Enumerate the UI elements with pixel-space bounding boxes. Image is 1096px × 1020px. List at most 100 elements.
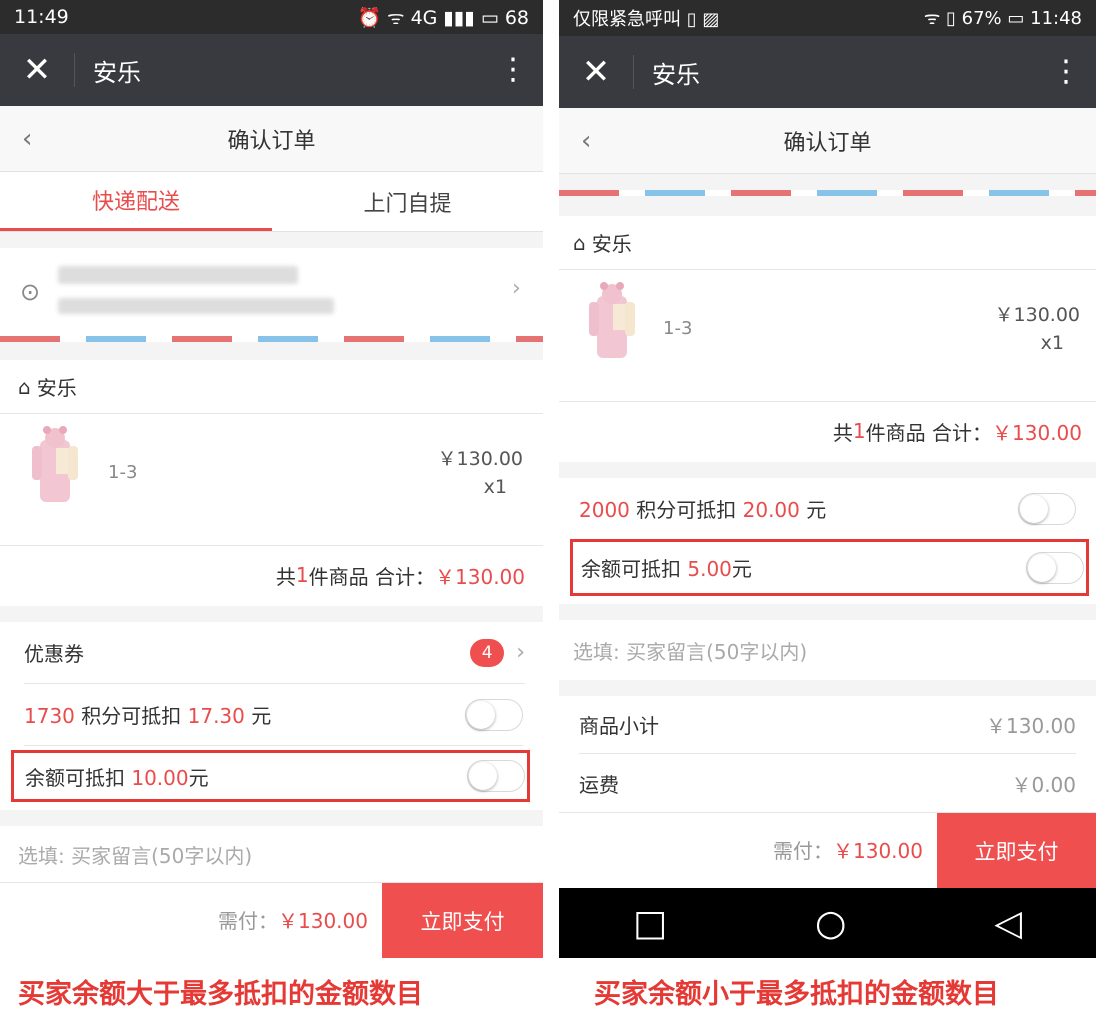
product-quantity: x1 <box>1040 332 1064 354</box>
right-phone-screen: 仅限紧急呼叫 ▯ ▨ ᯤ ▯ 67% ▭ 11:48 ✕ 安乐 ⋮ ‹ 确认订单… <box>559 0 1096 958</box>
location-pin-icon: ⊙ <box>20 278 41 306</box>
airmail-stripe <box>559 190 1096 196</box>
balance-unit: 元 <box>188 765 209 790</box>
status-icons: ᯤ ▯ 67% ▭ 11:48 <box>923 8 1082 29</box>
product-image <box>32 426 78 502</box>
back-icon[interactable]: ‹ <box>22 124 32 154</box>
points-amount: 20.00 <box>742 498 800 522</box>
left-phone-screen: 11:49 ⏰ ᯤ 4G ▮▮▮ ▭ 68 ✕ 安乐 ⋮ ‹ 确认订单 快递配送… <box>0 0 543 958</box>
need-pay-label: 需付： <box>218 909 278 933</box>
summary-prefix: 共 <box>832 420 853 445</box>
title-separator <box>633 55 634 89</box>
shop-section: ⌂ 安乐 1-3 ￥130.00 x1 共 1 件商品 合计： ￥130.00 <box>559 216 1096 462</box>
balance-label: 余额可抵扣 <box>581 557 688 581</box>
back-icon[interactable]: ‹ <box>581 126 591 156</box>
shop-section: ⌂ 安乐 1-3 ￥130.00 x1 共 1 件商品 合计： ￥130.00 <box>0 360 543 606</box>
order-summary: 共 1 件商品 合计： ￥130.00 <box>0 546 543 604</box>
status-bar: 11:49 ⏰ ᯤ 4G ▮▮▮ ▭ 68 <box>0 0 543 34</box>
summary-prefix: 共 <box>275 564 296 589</box>
shop-icon: ⌂ <box>18 374 31 399</box>
summary-label: 件商品 合计： <box>865 420 993 445</box>
summary-count: 1 <box>852 419 866 443</box>
window-title: 安乐 <box>93 58 141 87</box>
balance-deduction-row: 余额可抵扣 10.00元 <box>11 750 530 802</box>
android-nav-bar: □ ○ ◁ <box>559 888 1096 958</box>
shipping-label: 运费 <box>579 772 619 797</box>
subtotal-row: 商品小计 ￥130.00 <box>579 696 1076 754</box>
bottom-pay-bar: 需付：￥130.00 立即支付 <box>559 812 1096 889</box>
need-pay-amount: ￥130.00 <box>833 839 923 863</box>
product-spec: 1-3 <box>108 462 138 483</box>
balance-toggle[interactable] <box>1026 551 1084 584</box>
product-quantity: x1 <box>483 476 507 498</box>
recent-apps-icon[interactable]: □ <box>633 903 667 944</box>
tab-pickup[interactable]: 上门自提 <box>272 172 543 231</box>
address-card[interactable]: ⊙ › <box>0 248 543 336</box>
status-bar: 仅限紧急呼叫 ▯ ▨ ᯤ ▯ 67% ▭ 11:48 <box>559 0 1096 36</box>
summary-label: 件商品 合计： <box>308 564 436 589</box>
price-breakdown: 商品小计 ￥130.00 运费 ￥0.00 <box>559 696 1096 812</box>
window-title: 安乐 <box>652 60 700 89</box>
caption-right: 买家余额小于最多抵扣的金额数目 <box>594 979 999 1010</box>
summary-total: ￥130.00 <box>992 420 1082 445</box>
more-options-icon[interactable]: ⋮ <box>483 55 543 85</box>
shipping-value: ￥0.00 <box>1011 772 1076 797</box>
points-value: 1730 <box>24 704 75 728</box>
summary-count: 1 <box>295 563 309 587</box>
balance-label: 余额可抵扣 <box>25 765 132 790</box>
caption-left: 买家余额大于最多抵扣的金额数目 <box>18 979 423 1010</box>
shop-name: 安乐 <box>36 376 77 400</box>
subtotal-value: ￥130.00 <box>986 714 1076 738</box>
close-icon[interactable]: ✕ <box>0 53 74 87</box>
shop-name: 安乐 <box>591 232 632 256</box>
status-icons: ⏰ ᯤ 4G ▮▮▮ ▭ 68 <box>357 7 529 29</box>
address-name-phone-blurred <box>58 266 298 284</box>
balance-deduction-row: 余额可抵扣 5.00元 <box>570 539 1089 596</box>
tab-express[interactable]: 快递配送 <box>0 172 272 231</box>
points-value: 2000 <box>579 498 630 522</box>
points-unit: 元 <box>799 498 827 522</box>
coupon-count-badge: 4 <box>470 638 505 667</box>
points-deduction-row: 1730 积分可抵扣 17.30 元 <box>24 684 523 746</box>
back-nav-icon[interactable]: ◁ <box>994 903 1022 944</box>
points-deduction-row: 2000 积分可抵扣 20.00 元 <box>579 478 1076 540</box>
shop-icon: ⌂ <box>573 230 586 255</box>
airmail-stripe <box>0 336 543 342</box>
coupon-label: 优惠券 <box>24 642 84 666</box>
balance-toggle[interactable] <box>467 760 525 792</box>
coupon-row[interactable]: 优惠券 4 › <box>24 622 525 684</box>
delivery-tabs: 快递配送 上门自提 <box>0 172 543 232</box>
product-row[interactable]: 1-3 ￥130.00 x1 <box>559 270 1096 402</box>
status-left-text: 仅限紧急呼叫 ▯ ▨ <box>573 9 720 30</box>
page-title: 确认订单 <box>227 128 316 154</box>
points-text: 积分可抵扣 <box>74 704 188 728</box>
address-detail-blurred <box>58 298 334 314</box>
product-spec: 1-3 <box>663 318 693 339</box>
pay-now-button[interactable]: 立即支付 <box>937 813 1096 889</box>
home-icon[interactable]: ○ <box>815 903 846 944</box>
more-options-icon[interactable]: ⋮ <box>1036 57 1096 87</box>
pay-now-button[interactable]: 立即支付 <box>382 883 543 958</box>
points-toggle[interactable] <box>465 698 523 731</box>
nav-bar: ‹ 确认订单 <box>0 106 543 172</box>
discount-section: 优惠券 4 › 1730 积分可抵扣 17.30 元 余额可抵扣 10.00元 <box>0 622 543 810</box>
product-price: ￥130.00 <box>437 448 523 470</box>
title-separator <box>74 53 75 87</box>
buyer-message-input[interactable]: 选填: 买家留言(50字以内) <box>0 826 543 882</box>
points-toggle[interactable] <box>1018 492 1076 525</box>
status-time: 11:49 <box>14 6 69 28</box>
buyer-message-input[interactable]: 选填: 买家留言(50字以内) <box>559 620 1096 680</box>
chevron-right-icon: › <box>516 640 525 665</box>
order-summary: 共 1 件商品 合计： ￥130.00 <box>559 402 1096 460</box>
points-amount: 17.30 <box>187 704 245 728</box>
need-pay-amount: ￥130.00 <box>278 909 368 933</box>
summary-total: ￥130.00 <box>435 564 525 589</box>
close-icon[interactable]: ✕ <box>559 55 633 89</box>
points-text: 积分可抵扣 <box>629 498 743 522</box>
chevron-right-icon: › <box>512 276 521 301</box>
balance-amount: 5.00 <box>687 557 732 581</box>
product-image <box>589 282 635 358</box>
title-bar: ✕ 安乐 ⋮ <box>559 36 1096 108</box>
points-unit: 元 <box>244 704 272 728</box>
product-row[interactable]: 1-3 ￥130.00 x1 <box>0 414 543 546</box>
